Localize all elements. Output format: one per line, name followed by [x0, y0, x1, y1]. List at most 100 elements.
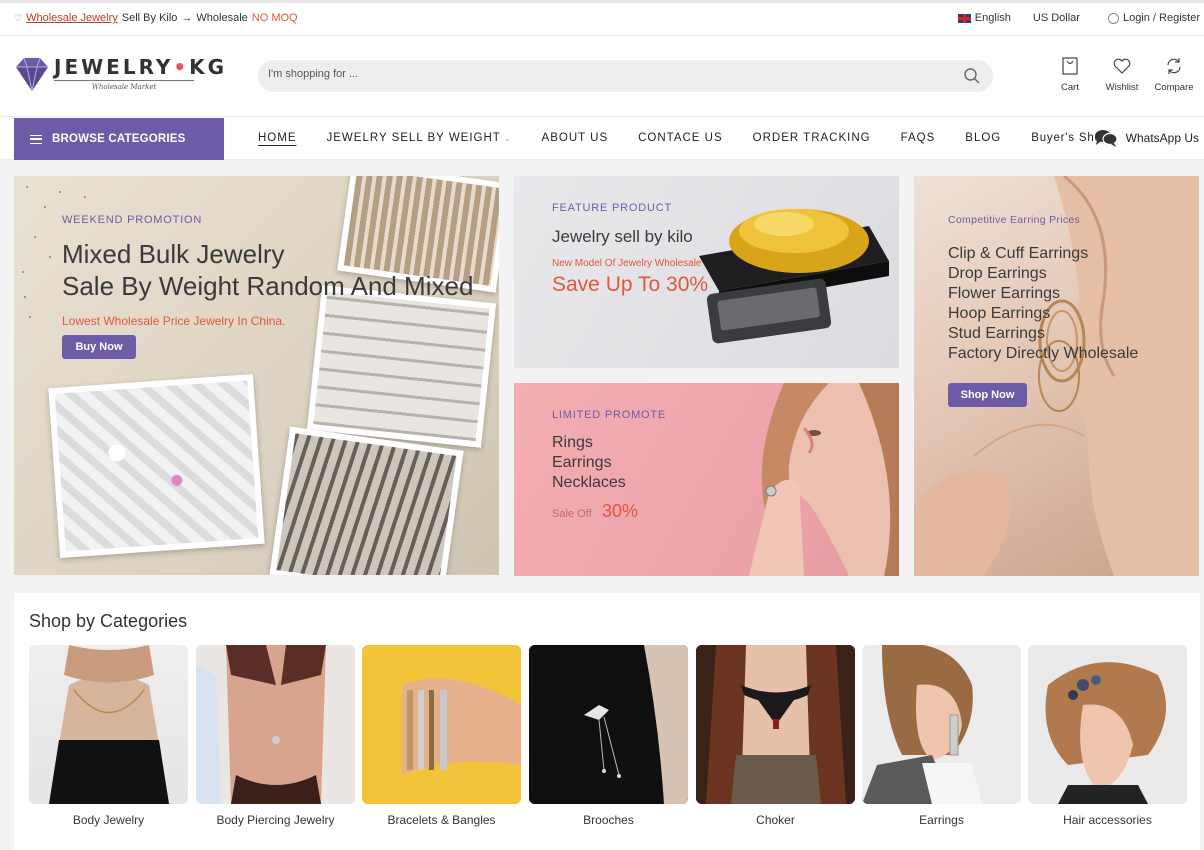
nav-item-blog[interactable]: BLOG	[965, 132, 1001, 144]
language-label: English	[974, 12, 1011, 24]
category-hair-accessories[interactable]: Hair accessories	[1028, 645, 1187, 827]
chevron-down-icon: ⌄	[503, 133, 512, 143]
banner3-line-necklaces: Necklaces	[552, 474, 626, 491]
body-jewelry-photo	[49, 645, 169, 804]
language-selector[interactable]: English	[957, 12, 1011, 24]
promo-text-1: Sell By Kilo	[121, 12, 178, 24]
currency-label: US Dollar	[1032, 12, 1080, 24]
body-piercing-photo	[196, 645, 355, 804]
cart-label: Cart	[1061, 82, 1079, 93]
diamond-icon: ♡	[14, 12, 23, 23]
category-thumb[interactable]	[29, 645, 188, 804]
banner-weekend-promotion[interactable]: WEEKEND PROMOTION Mixed Bulk Jewelry Sal…	[14, 176, 499, 575]
category-label[interactable]: Bracelets & Bangles	[362, 813, 521, 827]
mixed-jewelry-photo	[48, 374, 265, 558]
banner4-line-hoop: Hoop Earrings	[948, 305, 1051, 322]
browse-label: BROWSE CATEGORIES	[52, 133, 186, 145]
banner3-sale-value: 30%	[602, 501, 639, 521]
wishlist-button[interactable]: Wishlist	[1096, 56, 1148, 93]
nav-item-about-us[interactable]: ABOUT US	[542, 132, 609, 144]
browse-categories-button[interactable]: BROWSE CATEGORIES	[14, 118, 224, 160]
category-body-piercing-jewelry[interactable]: Body Piercing Jewelry	[196, 645, 355, 827]
top-bar: ♡ Wholesale Jewelry Sell By Kilo → Whole…	[0, 0, 1204, 36]
banner3-line-rings: Rings	[552, 434, 593, 451]
banner4-line-factory: Factory Directly Wholesale	[948, 345, 1139, 362]
category-brooches[interactable]: Brooches	[529, 645, 688, 827]
whatsapp-label: WhatsApp Us	[1125, 131, 1199, 145]
banner1-eyebrow: WEEKEND PROMOTION	[62, 214, 203, 226]
nav-menu: HOME JEWELRY SELL BY WEIGHT ⌄ ABOUT US CO…	[258, 132, 1141, 144]
category-label[interactable]: Body Piercing Jewelry	[196, 813, 355, 827]
banner3-eyebrow: LIMITED PROMOTE	[552, 409, 667, 421]
bracelets-photo	[362, 645, 521, 804]
uk-flag-icon	[957, 13, 971, 23]
arrow-icon: →	[181, 12, 193, 24]
choker-photo	[696, 645, 855, 804]
nav-item-home[interactable]: HOME	[258, 132, 297, 144]
menu-icon	[30, 134, 42, 144]
top-promo: ♡ Wholesale Jewelry Sell By Kilo → Whole…	[14, 12, 298, 24]
user-icon	[1107, 12, 1119, 24]
model-with-ring-image	[749, 383, 899, 576]
nav-item-jewelry-sell-by-weight[interactable]: JEWELRY SELL BY WEIGHT ⌄	[327, 132, 512, 144]
category-thumb[interactable]	[862, 645, 1021, 804]
nav-item-order-tracking[interactable]: ORDER TRACKING	[753, 132, 871, 144]
wishlist-label: Wishlist	[1105, 82, 1139, 93]
store-aisle-photo	[269, 426, 464, 575]
nav-item-faqs[interactable]: FAQS	[901, 132, 936, 144]
compare-button[interactable]: Compare	[1148, 56, 1200, 93]
category-thumb[interactable]	[196, 645, 355, 804]
banner-feature-product[interactable]: FEATURE PRODUCT Jewelry sell by kilo New…	[514, 176, 899, 368]
category-label[interactable]: Brooches	[529, 813, 688, 827]
cart-icon	[1062, 57, 1078, 75]
category-thumb[interactable]	[696, 645, 855, 804]
logo-subtitle: Wholesale Market	[54, 80, 194, 91]
search-icon[interactable]	[963, 67, 981, 85]
currency-selector[interactable]: US Dollar	[1033, 12, 1080, 24]
category-label[interactable]: Earrings	[862, 813, 1021, 827]
login-link[interactable]: Login / Register	[1107, 12, 1200, 24]
promo-text-2: Wholesale	[196, 12, 248, 24]
category-thumb[interactable]	[1028, 645, 1187, 804]
banner4-line-drop: Drop Earrings	[948, 265, 1047, 282]
gold-scale-image	[699, 209, 889, 344]
banner2-highlight: Save Up To 30%	[552, 273, 709, 296]
search-input[interactable]	[268, 68, 918, 80]
category-choker[interactable]: Choker	[696, 645, 855, 827]
category-label[interactable]: Choker	[696, 813, 855, 827]
banner4-eyebrow: Competitive Earring Prices	[948, 214, 1081, 226]
category-thumb[interactable]	[362, 645, 521, 804]
buy-now-button[interactable]: Buy Now	[62, 335, 136, 359]
section-title: Shop by Categories	[29, 611, 188, 631]
banner2-title: Jewelry sell by kilo	[552, 227, 693, 246]
brooches-photo	[529, 645, 688, 804]
site-header: JEWELRY•KG Wholesale Market Cart Wishlis…	[0, 36, 1204, 116]
site-logo[interactable]: JEWELRY•KG Wholesale Market	[14, 55, 227, 93]
shop-by-categories: Shop by Categories Body Jewelry Body Pie…	[14, 593, 1200, 850]
earrings-photo	[862, 645, 1021, 804]
hair-accessories-photo	[1028, 645, 1187, 804]
category-bracelets-bangles[interactable]: Bracelets & Bangles	[362, 645, 521, 827]
nav-item-contact-us[interactable]: CONTACE US	[638, 132, 723, 144]
banner-earrings[interactable]: Competitive Earring Prices Clip & Cuff E…	[914, 176, 1199, 576]
category-thumb[interactable]	[529, 645, 688, 804]
banner2-eyebrow: FEATURE PRODUCT	[552, 202, 672, 214]
category-earrings[interactable]: Earrings	[862, 645, 1021, 827]
banner4-line-flower: Flower Earrings	[948, 285, 1061, 302]
earring-rack-photo	[306, 285, 497, 448]
banner4-line-stud: Stud Earrings	[948, 325, 1045, 342]
diamond-logo-icon	[16, 57, 48, 92]
category-body-jewelry[interactable]: Body Jewelry	[29, 645, 188, 827]
banner1-title-line2: Sale By Weight Random And Mixed	[62, 271, 474, 301]
wholesale-jewelry-link[interactable]: Wholesale Jewelry	[26, 12, 118, 24]
banner3-line-earrings: Earrings	[552, 454, 612, 471]
category-label[interactable]: Hair accessories	[1028, 813, 1187, 827]
banner4-line-clip-cuff: Clip & Cuff Earrings	[948, 245, 1089, 262]
cart-button[interactable]: Cart	[1044, 56, 1096, 93]
whatsapp-link[interactable]: WhatsApp Us	[1094, 129, 1199, 147]
category-label[interactable]: Body Jewelry	[29, 813, 188, 827]
shop-now-button[interactable]: Shop Now	[948, 383, 1027, 407]
main-nav: BROWSE CATEGORIES HOME JEWELRY SELL BY W…	[0, 116, 1204, 160]
banner-limited-promote[interactable]: LIMITED PROMOTE Rings Earrings Necklaces…	[514, 383, 899, 576]
banner3-sale-label: Sale Off	[552, 508, 592, 520]
